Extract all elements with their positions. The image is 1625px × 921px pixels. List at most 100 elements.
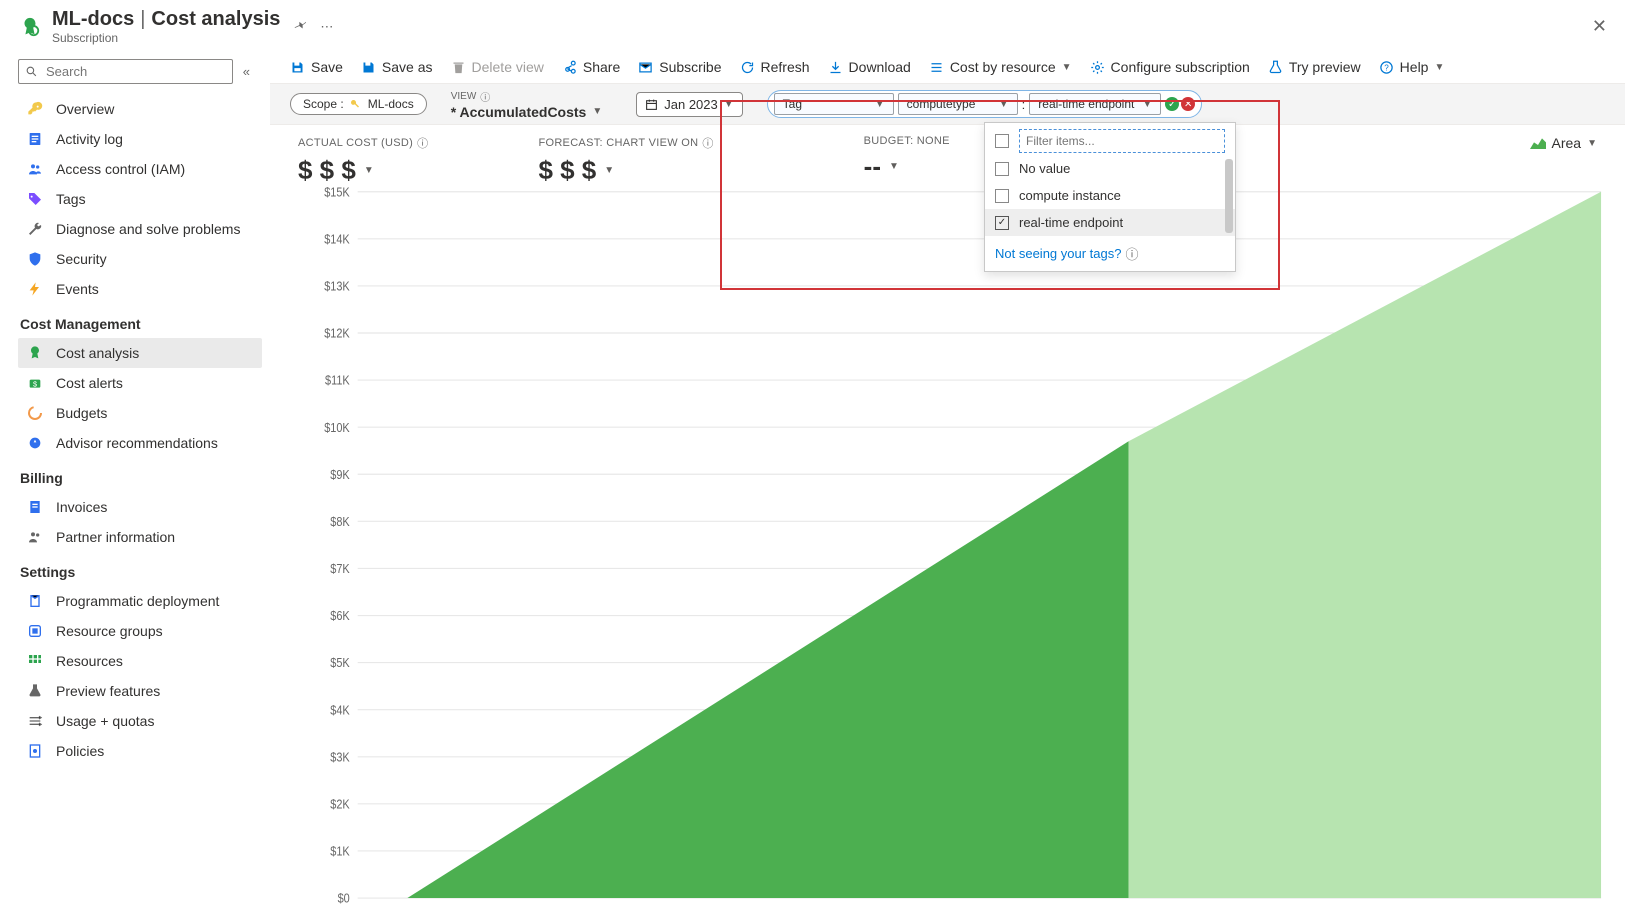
sidebar-item-resources[interactable]: Resources [18,646,262,676]
sidebar-item-diagnose-and-solve-problems[interactable]: Diagnose and solve problems [18,214,262,244]
apply-filter-icon[interactable]: ✓ [1165,97,1179,111]
view-selector[interactable]: VIEW ⓘ * AccumulatedCosts ▼ [451,89,603,120]
pin-icon[interactable] [294,19,308,35]
close-button[interactable]: ✕ [1592,16,1607,37]
sidebar-item-events[interactable]: Events [18,274,262,304]
svg-text:$8K: $8K [330,514,350,529]
iam-icon [26,160,44,178]
budget-metric[interactable]: BUDGET: NONE -- ▼ [864,135,950,182]
svg-text:$13K: $13K [324,279,350,294]
filter-value-dropdown: No value compute instance ✓real-time endpo… [984,122,1236,272]
dropdown-option[interactable]: No value [985,155,1235,182]
bolt-icon [26,280,44,298]
sidebar-item-label: Resources [56,653,123,669]
sidebar-item-policies[interactable]: Policies [18,736,262,766]
sidebar-item-partner-information[interactable]: Partner information [18,522,262,552]
cost-by-resource-button[interactable]: Cost by resource ▼ [929,59,1072,75]
chevron-down-icon: ▼ [364,165,374,176]
info-icon: ⓘ [1125,244,1138,263]
sidebar-item-label: Diagnose and solve problems [56,221,240,237]
download-button[interactable]: Download [828,59,911,75]
filter-dimension-select[interactable]: Tag ▼ [774,93,894,115]
dropdown-option[interactable]: ✓real-time endpoint [985,209,1235,236]
sidebar-section-billing: Billing [18,458,262,492]
configure-subscription-button[interactable]: Configure subscription [1090,59,1250,75]
header-subtitle: Subscription [52,31,280,45]
chevron-down-icon: ▼ [724,99,734,110]
filter-key-select[interactable]: computetype ▼ [898,93,1018,115]
help-button[interactable]: ? Help ▼ [1379,59,1445,75]
save-button[interactable]: Save [290,59,343,75]
more-icon[interactable]: ⋯ [320,19,333,35]
search-input-wrap[interactable] [18,59,233,84]
sidebar-item-budgets[interactable]: Budgets [18,398,262,428]
sidebar-item-usage-quotas[interactable]: Usage + quotas [18,706,262,736]
dropdown-filter-input[interactable] [1019,129,1225,153]
dropdown-option-label: compute instance [1019,188,1121,203]
cost-icon [26,344,44,362]
search-input[interactable] [44,63,226,80]
sidebar-item-label: Access control (IAM) [56,161,185,177]
sidebar-item-cost-analysis[interactable]: Cost analysis [18,338,262,368]
svg-text:$7K: $7K [330,561,350,576]
sidebar-item-invoices[interactable]: Invoices [18,492,262,522]
dropdown-scrollbar[interactable] [1225,159,1233,233]
select-all-checkbox[interactable] [995,134,1009,148]
sidebar-section-settings: Settings [18,552,262,586]
share-button[interactable]: Share [562,59,620,75]
sidebar-nav[interactable]: Overview Activity log Access control (IAM)… [18,94,270,921]
sidebar-item-label: Cost analysis [56,345,139,361]
filter-pill: Tag ▼ computetype ▼ : real-time endpoint… [767,90,1203,118]
sidebar-item-access-control-iam-[interactable]: Access control (IAM) [18,154,262,184]
checkbox-icon [995,189,1009,203]
policies-icon [26,742,44,760]
collapse-sidebar-button[interactable]: « [243,64,250,79]
chevron-down-icon: ▼ [1434,62,1444,73]
chevron-down-icon: ▼ [1587,138,1597,149]
sidebar-item-preview-features[interactable]: Preview features [18,676,262,706]
refresh-button[interactable]: Refresh [740,59,810,75]
title-separator: | [140,8,145,31]
preview-icon [26,682,44,700]
filter-value-select[interactable]: real-time endpoint ▼ [1029,93,1161,115]
sidebar-item-cost-alerts[interactable]: $Cost alerts [18,368,262,398]
sidebar-item-programmatic-deployment[interactable]: Programmatic deployment [18,586,262,616]
try-preview-button[interactable]: Try preview [1268,59,1361,75]
page-header: ML-docs | Cost analysis Subscription ⋯ ✕ [0,0,1625,51]
usage-icon [26,712,44,730]
filter-separator: : [1022,97,1026,112]
sidebar-item-label: Preview features [56,683,160,699]
rg-icon [26,622,44,640]
sidebar-item-label: Policies [56,743,104,759]
remove-filter-icon[interactable]: ✕ [1181,97,1195,111]
checkbox-icon [995,162,1009,176]
date-range-selector[interactable]: Jan 2023 ▼ [636,92,742,117]
partner-icon [26,528,44,546]
tags-help-link[interactable]: Not seeing your tags? ⓘ [985,236,1235,271]
sidebar-item-overview[interactable]: Overview [18,94,262,124]
forecast-metric[interactable]: FORECAST: CHART VIEW ON ⓘ $ $ $ ▼ [538,135,713,186]
sidebar-item-resource-groups[interactable]: Resource groups [18,616,262,646]
dropdown-option-label: real-time endpoint [1019,215,1123,230]
scope-selector[interactable]: Scope : ML-docs [290,93,427,115]
command-bar: Save Save as Delete view Share Subscribe [270,51,1625,83]
sidebar-item-security[interactable]: Security [18,244,262,274]
subscribe-button[interactable]: Subscribe [638,59,721,75]
metrics-row: ACTUAL COST (USD) ⓘ $ $ $ ▼ FORECAST: CH… [270,125,1625,186]
sidebar-item-label: Tags [56,191,86,207]
sidebar-item-label: Activity log [56,131,123,147]
sidebar-item-advisor-recommendations[interactable]: Advisor recommendations [18,428,262,458]
cost-chart: $0$1K$2K$3K$4K$5K$6K$7K$8K$9K$10K$11K$12… [298,186,1611,921]
invoice-icon [26,498,44,516]
chart-type-selector[interactable]: Area ▼ [1530,135,1597,151]
info-icon: ⓘ [702,135,713,151]
deploy-icon [26,592,44,610]
save-as-button[interactable]: Save as [361,59,433,75]
chevron-down-icon: ▼ [1142,99,1152,110]
alert-icon: $ [26,374,44,392]
dropdown-option[interactable]: compute instance [985,182,1235,209]
sidebar-item-tags[interactable]: Tags [18,184,262,214]
sidebar-item-activity-log[interactable]: Activity log [18,124,262,154]
svg-text:$14K: $14K [324,232,350,247]
actual-cost-metric[interactable]: ACTUAL COST (USD) ⓘ $ $ $ ▼ [298,135,428,186]
